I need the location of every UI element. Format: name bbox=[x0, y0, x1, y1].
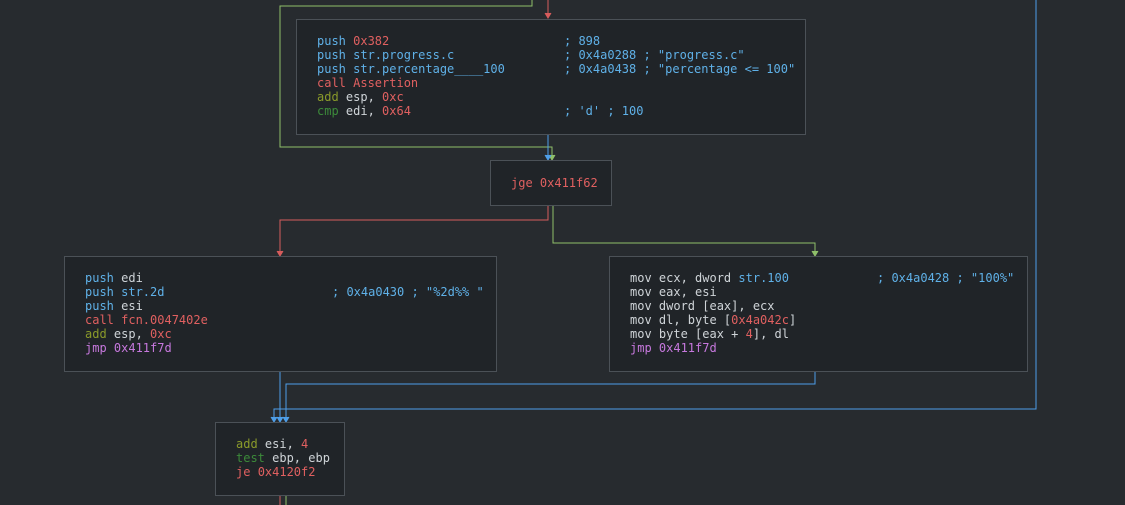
asm-operand: dword [eax], ecx bbox=[658, 299, 775, 313]
asm-line[interactable]: mov dword [eax], ecx bbox=[630, 299, 796, 313]
asm-line[interactable]: push esi bbox=[85, 299, 208, 313]
asm-comment: ; 0x4a0428 ; "100%" bbox=[877, 271, 1015, 285]
basic-block-left[interactable]: push edi push str.2d; 0x4a0430 ; "%2d%% "… bbox=[64, 256, 497, 372]
asm-line[interactable]: add esp, 0xc bbox=[85, 327, 208, 341]
asm-mnemonic: mov bbox=[630, 313, 659, 327]
edge-jge-false bbox=[279, 206, 549, 256]
asm-operand: esp bbox=[113, 327, 136, 341]
asm-operand: str.percentage____100 bbox=[353, 62, 505, 76]
asm-line[interactable]: je 0x4120f2 bbox=[236, 465, 330, 479]
asm-operand: str.100 bbox=[738, 271, 789, 285]
asm-operand: 0x382 bbox=[353, 34, 390, 48]
asm-line[interactable]: push str.progress.c ; 0x4a0288 ; "progres… bbox=[317, 48, 745, 62]
asm-mnemonic: push bbox=[317, 62, 354, 76]
asm-operand: esi bbox=[121, 299, 143, 313]
block-lines: push edi push str.2d; 0x4a0430 ; "%2d%% "… bbox=[85, 271, 484, 355]
asm-mnemonic: test bbox=[236, 451, 273, 465]
asm-mnemonic: push bbox=[317, 48, 354, 62]
asm-operand: Assertion bbox=[353, 76, 419, 90]
asm-comment: ; 0x4a0288 ; "progress.c" bbox=[564, 48, 745, 62]
asm-operand: fcn.0047402e bbox=[121, 313, 208, 327]
asm-line[interactable]: jge 0x411f62 bbox=[511, 176, 598, 190]
asm-operand: byte [eax + bbox=[658, 327, 746, 341]
asm-line[interactable]: call Assertion bbox=[317, 76, 505, 90]
asm-mnemonic: jmp bbox=[630, 341, 659, 355]
asm-operand: dl, byte [ bbox=[658, 313, 732, 327]
asm-comment: ; 898 bbox=[564, 34, 601, 48]
asm-operand: , bbox=[286, 437, 302, 451]
asm-operand: esp bbox=[345, 90, 368, 104]
asm-operand: 0xc bbox=[382, 90, 404, 104]
asm-operand: 0x64 bbox=[382, 104, 411, 118]
asm-line[interactable]: add esi, 4 bbox=[236, 437, 330, 451]
asm-mnemonic: jge bbox=[511, 176, 540, 190]
asm-line[interactable]: push str.2d ; 0x4a0430 ; "%2d%% " bbox=[85, 285, 484, 299]
edge-right-to-bottom bbox=[285, 372, 816, 422]
asm-mnemonic: mov bbox=[630, 285, 659, 299]
asm-line[interactable]: mov ecx, dword str.100 ; 0x4a0428 ; "100%… bbox=[630, 271, 1014, 285]
block-lines: mov ecx, dword str.100 ; 0x4a0428 ; "100%… bbox=[630, 271, 1014, 355]
asm-operand: ] bbox=[788, 313, 797, 327]
asm-mnemonic: call bbox=[317, 76, 354, 90]
asm-operand: str.progress.c bbox=[353, 48, 455, 62]
basic-block-bottom[interactable]: add esi, 4 test ebp, ebp je 0x4120f2 bbox=[215, 422, 345, 496]
asm-line[interactable]: push edi bbox=[85, 271, 208, 285]
block-lines: jge 0x411f62 bbox=[511, 176, 598, 190]
asm-operand: 4 bbox=[745, 327, 753, 341]
asm-operand: 0xc bbox=[150, 327, 172, 341]
asm-operand: edi bbox=[345, 104, 368, 118]
asm-line[interactable]: mov eax, esi bbox=[630, 285, 796, 299]
asm-operand: , bbox=[367, 90, 383, 104]
asm-operand: eax, esi bbox=[658, 285, 717, 299]
asm-comment: ; 'd' ; 100 bbox=[564, 104, 644, 118]
asm-mnemonic: mov bbox=[630, 299, 659, 313]
asm-operand: ecx, dword bbox=[658, 271, 739, 285]
basic-block-assert[interactable]: push 0x382 ; 898 push str.progress.c ; 0x4a… bbox=[296, 19, 806, 135]
asm-line[interactable]: test ebp, ebp bbox=[236, 451, 330, 465]
asm-operand: 0x411f62 bbox=[539, 176, 598, 190]
asm-mnemonic: mov bbox=[630, 271, 659, 285]
asm-mnemonic: push bbox=[85, 285, 122, 299]
asm-line[interactable]: jmp 0x411f7d bbox=[85, 341, 208, 355]
basic-block-jge[interactable]: jge 0x411f62 bbox=[490, 160, 612, 206]
asm-line[interactable]: mov byte [eax + 4], dl bbox=[630, 327, 796, 341]
asm-line[interactable]: add esp, 0xc bbox=[317, 90, 505, 104]
asm-mnemonic: mov bbox=[630, 327, 659, 341]
asm-mnemonic: add bbox=[317, 90, 346, 104]
asm-mnemonic: add bbox=[85, 327, 114, 341]
asm-mnemonic: push bbox=[85, 271, 122, 285]
asm-line[interactable]: cmp edi, 0x64 ; 'd' ; 100 bbox=[317, 104, 643, 118]
asm-mnemonic: call bbox=[85, 313, 122, 327]
edge-arrow bbox=[544, 12, 552, 19]
asm-operand: ebp, ebp bbox=[272, 451, 330, 465]
asm-mnemonic: je bbox=[236, 465, 258, 479]
asm-operand: ], dl bbox=[752, 327, 789, 341]
edge-jge-true bbox=[552, 206, 816, 256]
asm-operand: 0x411f7d bbox=[113, 341, 172, 355]
asm-operand: esi bbox=[264, 437, 287, 451]
asm-comment: ; 0x4a0438 ; "percentage <= 100" bbox=[564, 62, 796, 76]
asm-operand: edi bbox=[121, 271, 143, 285]
asm-line[interactable]: jmp 0x411f7d bbox=[630, 341, 796, 355]
asm-mnemonic: push bbox=[317, 34, 354, 48]
asm-operand: , bbox=[135, 327, 151, 341]
asm-line[interactable]: call fcn.0047402e bbox=[85, 313, 208, 327]
asm-line[interactable]: mov dl, byte [0x4a042c] bbox=[630, 313, 796, 327]
asm-operand: str.2d bbox=[121, 285, 165, 299]
asm-mnemonic: add bbox=[236, 437, 265, 451]
asm-line[interactable]: push str.percentage____100 ; 0x4a0438 ; "… bbox=[317, 62, 795, 76]
asm-comment: ; 0x4a0430 ; "%2d%% " bbox=[332, 285, 484, 299]
asm-mnemonic: cmp bbox=[317, 104, 346, 118]
asm-operand: 0x4a042c bbox=[731, 313, 789, 327]
asm-operand: , bbox=[367, 104, 383, 118]
asm-line[interactable]: push 0x382 ; 898 bbox=[317, 34, 600, 48]
asm-operand: 4 bbox=[301, 437, 309, 451]
asm-operand: 0x411f7d bbox=[658, 341, 717, 355]
asm-operand: 0x4120f2 bbox=[257, 465, 316, 479]
basic-block-right[interactable]: mov ecx, dword str.100 ; 0x4a0428 ; "100%… bbox=[609, 256, 1028, 372]
block-lines: push 0x382 ; 898 push str.progress.c ; 0x4a… bbox=[317, 34, 795, 118]
asm-mnemonic: push bbox=[85, 299, 122, 313]
block-lines: add esi, 4 test ebp, ebp je 0x4120f2 bbox=[236, 437, 330, 479]
asm-mnemonic: jmp bbox=[85, 341, 114, 355]
